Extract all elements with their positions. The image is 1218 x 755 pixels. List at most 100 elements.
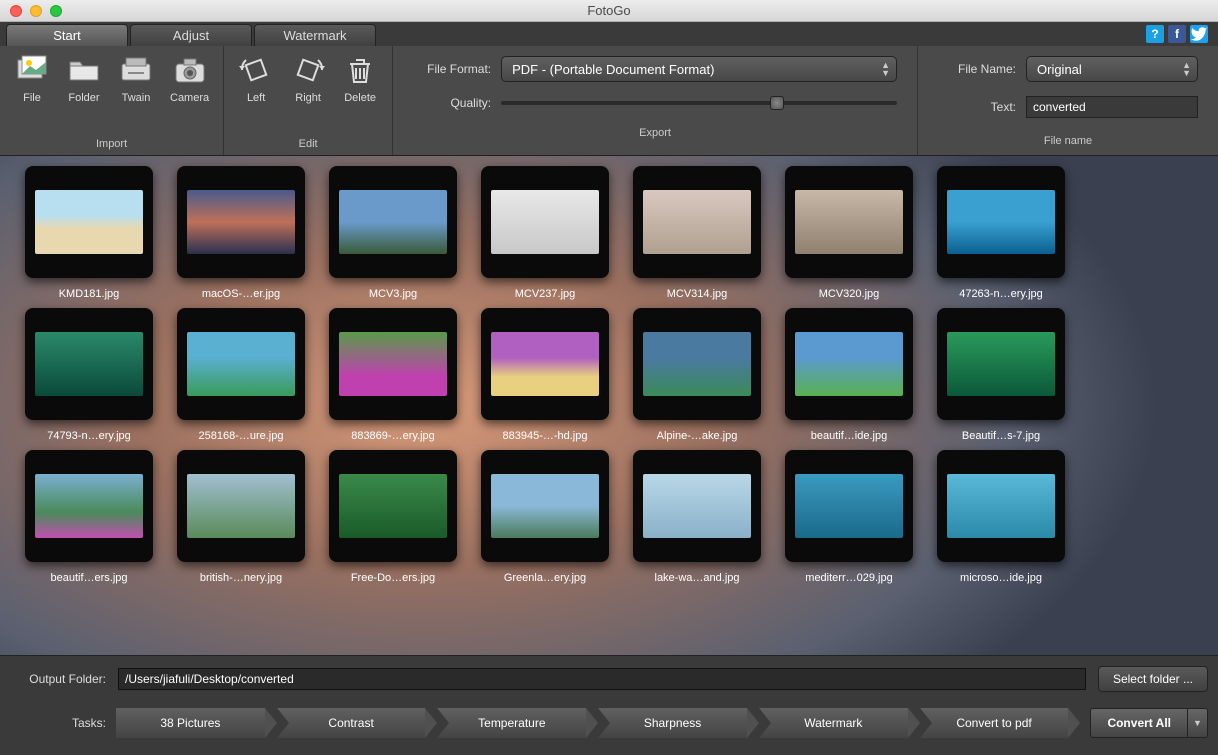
thumbnail-item[interactable]: macOS-…er.jpg	[172, 166, 310, 300]
quality-slider[interactable]	[501, 101, 897, 105]
rotate-left-icon	[238, 52, 274, 88]
thumbnail-item[interactable]: beautif…ers.jpg	[20, 450, 158, 584]
thumbnail-item[interactable]: Alpine-…ake.jpg	[628, 308, 766, 442]
thumbnail-frame[interactable]	[481, 166, 609, 278]
thumbnail-item[interactable]: 883869-…ery.jpg	[324, 308, 462, 442]
folder-button[interactable]: Folder	[66, 52, 102, 104]
thumbnail-label: Alpine-…ake.jpg	[657, 430, 738, 442]
thumbnail-image	[187, 332, 295, 396]
thumbnail-label: macOS-…er.jpg	[202, 288, 280, 300]
tab-adjust[interactable]: Adjust	[130, 24, 252, 46]
convert-all-button[interactable]: Convert All	[1090, 708, 1188, 738]
thumbnail-frame[interactable]	[785, 308, 913, 420]
tool-label: Twain	[122, 92, 151, 104]
thumbnail-item[interactable]: MCV314.jpg	[628, 166, 766, 300]
filename-text-input[interactable]	[1026, 96, 1198, 118]
thumbnail-label: microso…ide.jpg	[960, 572, 1042, 584]
thumbnail-item[interactable]: lake-wa…and.jpg	[628, 450, 766, 584]
group-filename-label: File name	[938, 132, 1198, 150]
file-name-dropdown[interactable]: Original ▲▼	[1026, 56, 1198, 82]
quality-slider-thumb[interactable]	[770, 96, 784, 110]
thumbnail-item[interactable]: 74793-n…ery.jpg	[20, 308, 158, 442]
thumbnail-frame[interactable]	[633, 166, 761, 278]
thumbnail-frame[interactable]	[633, 450, 761, 562]
thumbnail-frame[interactable]	[25, 166, 153, 278]
thumbnail-item[interactable]: Greenla…ery.jpg	[476, 450, 614, 584]
thumbnail-frame[interactable]	[785, 450, 913, 562]
group-export-label: Export	[413, 124, 897, 142]
thumbnail-item[interactable]: microso…ide.jpg	[932, 450, 1070, 584]
thumbnail-item[interactable]: Beautif…s-7.jpg	[932, 308, 1070, 442]
task-step[interactable]: Contrast	[277, 708, 426, 738]
thumbnail-item[interactable]: MCV3.jpg	[324, 166, 462, 300]
thumbnail-frame[interactable]	[481, 308, 609, 420]
thumbnail-frame[interactable]	[329, 308, 457, 420]
bottom-bar: Output Folder: Select folder ... Tasks: …	[0, 655, 1218, 755]
task-step[interactable]: Temperature	[437, 708, 586, 738]
minimize-window-button[interactable]	[30, 5, 42, 17]
folder-icon	[66, 52, 102, 88]
thumbnail-image	[339, 190, 447, 254]
file-format-dropdown[interactable]: PDF - (Portable Document Format) ▲▼	[501, 56, 897, 82]
tab-start[interactable]: Start	[6, 24, 128, 46]
thumbnail-frame[interactable]	[329, 450, 457, 562]
help-icon[interactable]: ?	[1146, 25, 1164, 43]
file-format-label: File Format:	[413, 62, 491, 76]
tab-watermark[interactable]: Watermark	[254, 24, 376, 46]
thumbnail-frame[interactable]	[633, 308, 761, 420]
thumbnail-item[interactable]: MCV237.jpg	[476, 166, 614, 300]
thumbnail-frame[interactable]	[177, 166, 305, 278]
rotate-right-button[interactable]: Right	[290, 52, 326, 104]
task-step[interactable]: 38 Pictures	[116, 708, 265, 738]
select-folder-button[interactable]: Select folder ...	[1098, 666, 1208, 692]
thumbnail-frame[interactable]	[481, 450, 609, 562]
task-step[interactable]: Sharpness	[598, 708, 747, 738]
thumbnail-item[interactable]: Free-Do…ers.jpg	[324, 450, 462, 584]
thumbnail-item[interactable]: beautif…ide.jpg	[780, 308, 918, 442]
thumbnail-item[interactable]: 883945-…-hd.jpg	[476, 308, 614, 442]
thumbnail-frame[interactable]	[937, 450, 1065, 562]
quality-label: Quality:	[413, 96, 491, 110]
delete-button[interactable]: Delete	[342, 52, 378, 104]
zoom-window-button[interactable]	[50, 5, 62, 17]
thumbnail-frame[interactable]	[25, 308, 153, 420]
thumbnail-frame[interactable]	[937, 166, 1065, 278]
thumbnail-label: KMD181.jpg	[59, 288, 120, 300]
thumbnail-item[interactable]: mediterr…029.jpg	[780, 450, 918, 584]
thumbnail-frame[interactable]	[937, 308, 1065, 420]
file-icon	[14, 52, 50, 88]
thumbnail-label: Beautif…s-7.jpg	[962, 430, 1040, 442]
close-window-button[interactable]	[10, 5, 22, 17]
thumbnail-frame[interactable]	[177, 450, 305, 562]
traffic-lights	[0, 5, 62, 17]
thumbnail-frame[interactable]	[25, 450, 153, 562]
thumbnail-frame[interactable]	[177, 308, 305, 420]
rotate-left-button[interactable]: Left	[238, 52, 274, 104]
twitter-icon[interactable]	[1190, 25, 1208, 43]
app-title: FotoGo	[0, 3, 1218, 18]
thumbnail-frame[interactable]	[785, 166, 913, 278]
thumbnail-item[interactable]: 47263-n…ery.jpg	[932, 166, 1070, 300]
convert-all-more-button[interactable]: ▼	[1188, 708, 1208, 738]
chevron-updown-icon: ▲▼	[1182, 61, 1191, 77]
task-step[interactable]: Convert to pdf	[920, 708, 1069, 738]
file-name-label: File Name:	[938, 62, 1016, 76]
twain-button[interactable]: Twain	[118, 52, 154, 104]
thumbnail-frame[interactable]	[329, 166, 457, 278]
file-format-value: PDF - (Portable Document Format)	[512, 62, 714, 77]
thumbnail-image	[795, 190, 903, 254]
thumbnail-item[interactable]: MCV320.jpg	[780, 166, 918, 300]
thumbnail-image	[947, 190, 1055, 254]
thumbnail-item[interactable]: british-…nery.jpg	[172, 450, 310, 584]
thumbnail-label: british-…nery.jpg	[200, 572, 282, 584]
facebook-icon[interactable]: f	[1168, 25, 1186, 43]
task-step[interactable]: Watermark	[759, 708, 908, 738]
output-folder-input[interactable]	[118, 668, 1086, 690]
file-button[interactable]: File	[14, 52, 50, 104]
camera-button[interactable]: Camera	[170, 52, 209, 104]
thumbnail-grid[interactable]: KMD181.jpg macOS-…er.jpg MCV3.jpgMCV237.jp…	[0, 156, 1218, 655]
thumbnail-image	[35, 190, 143, 254]
thumbnail-item[interactable]: 258168-…ure.jpg	[172, 308, 310, 442]
file-name-value: Original	[1037, 62, 1082, 77]
thumbnail-item[interactable]: KMD181.jpg	[20, 166, 158, 300]
